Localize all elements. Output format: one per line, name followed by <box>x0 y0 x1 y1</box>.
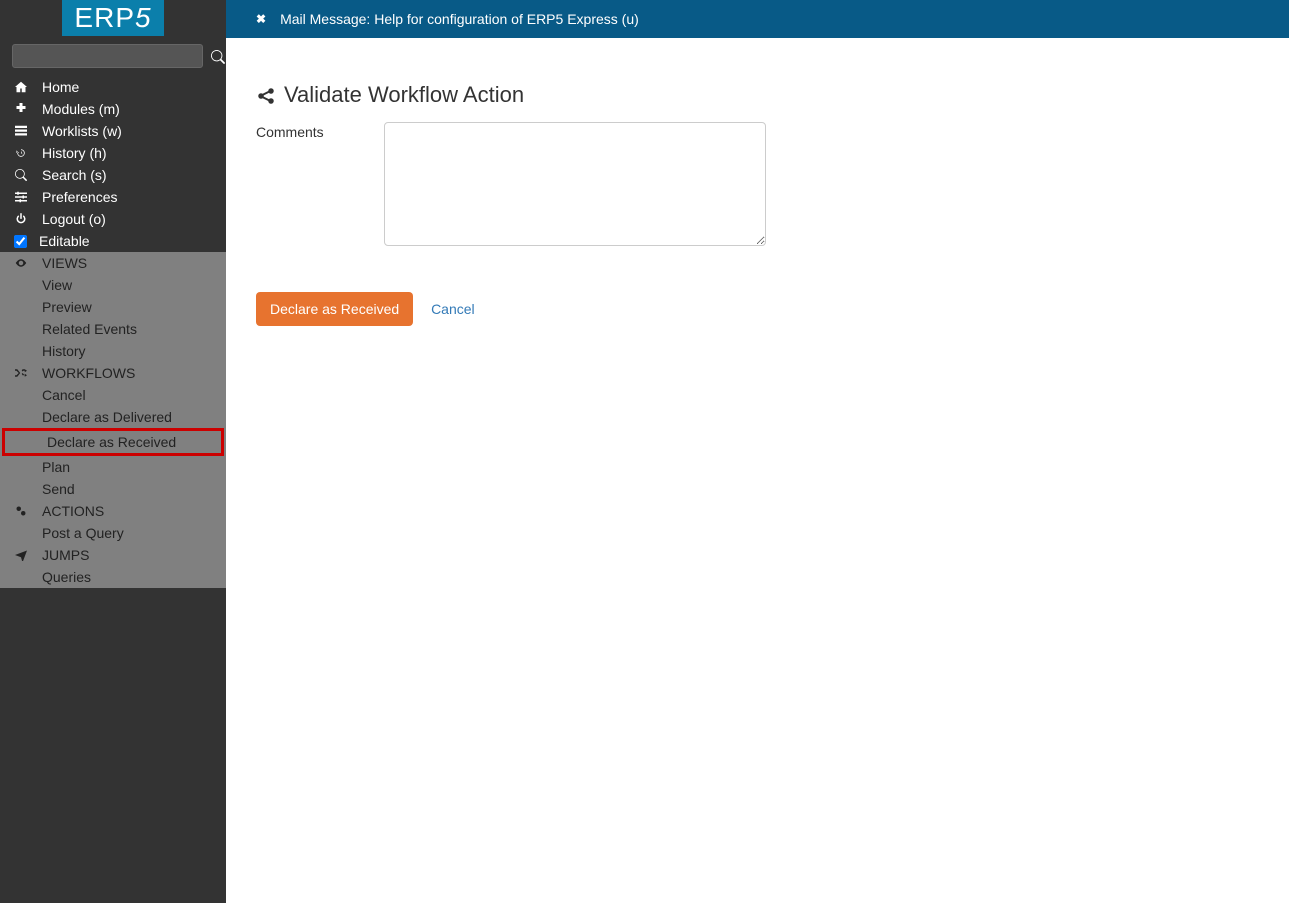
form-actions: Declare as Received Cancel <box>256 292 1259 326</box>
nav-home[interactable]: Home <box>0 76 226 98</box>
view-item[interactable]: View <box>0 274 226 296</box>
declare-received-button[interactable]: Declare as Received <box>256 292 413 326</box>
nav-worklists[interactable]: Worklists (w) <box>0 120 226 142</box>
section-label: JUMPS <box>42 547 89 563</box>
share-icon <box>256 82 284 108</box>
nav-editable[interactable]: Editable <box>0 230 226 252</box>
jumps-header: JUMPS <box>0 544 226 566</box>
search-button[interactable] <box>211 48 225 64</box>
views-section: VIEWS View Preview Related Events Histor… <box>0 252 226 588</box>
view-item[interactable]: History <box>0 340 226 362</box>
workflow-item[interactable]: Cancel <box>0 384 226 406</box>
search-icon <box>211 48 225 64</box>
nav-label: Search (s) <box>42 167 107 183</box>
comments-textarea[interactable] <box>384 122 766 246</box>
nav-label: Modules (m) <box>42 101 120 117</box>
search-input[interactable] <box>12 44 203 68</box>
nav-label: Worklists (w) <box>42 123 122 139</box>
search-icon <box>12 169 30 181</box>
comments-label: Comments <box>256 122 384 140</box>
nav-search[interactable]: Search (s) <box>0 164 226 186</box>
plane-icon <box>12 549 30 561</box>
section-label: ACTIONS <box>42 503 104 519</box>
nav-history[interactable]: History (h) <box>0 142 226 164</box>
search-row <box>0 36 226 76</box>
workflows-header: WORKFLOWS <box>0 362 226 384</box>
logo-suffix: 5 <box>135 2 152 33</box>
actions-header: ACTIONS <box>0 500 226 522</box>
page-title-text: Validate Workflow Action <box>284 82 524 108</box>
nav-label: Home <box>42 79 79 95</box>
nav-preferences[interactable]: Preferences <box>0 186 226 208</box>
jump-item[interactable]: Queries <box>0 566 226 588</box>
nav-label: History (h) <box>42 145 107 161</box>
nav-label: Logout (o) <box>42 211 106 227</box>
nav-modules[interactable]: Modules (m) <box>0 98 226 120</box>
cancel-button[interactable]: Cancel <box>431 301 475 317</box>
comments-row: Comments <box>256 122 1259 246</box>
logout-icon <box>12 213 30 225</box>
workflow-item[interactable]: Plan <box>0 456 226 478</box>
history-icon <box>12 147 30 159</box>
home-icon <box>12 81 30 93</box>
workflow-item[interactable]: Declare as Delivered <box>0 406 226 428</box>
jumps-list: Queries <box>0 566 226 588</box>
logo-text: ERP <box>74 2 135 33</box>
worklists-icon <box>12 125 30 137</box>
section-label: WORKFLOWS <box>42 365 135 381</box>
view-item[interactable]: Related Events <box>0 318 226 340</box>
topbar: ✖ Mail Message: Help for configuration o… <box>226 0 1289 38</box>
nav-logout[interactable]: Logout (o) <box>0 208 226 230</box>
view-item[interactable]: Preview <box>0 296 226 318</box>
cogs-icon <box>12 505 30 517</box>
main-nav: Home Modules (m) Worklists (w) History (… <box>0 76 226 252</box>
logo-box[interactable]: ERP5 <box>62 0 163 36</box>
preferences-icon <box>12 191 30 203</box>
content: Validate Workflow Action Comments Declar… <box>226 38 1289 370</box>
topbar-message: Mail Message: Help for configuration of … <box>280 11 639 27</box>
views-header: VIEWS <box>0 252 226 274</box>
workflows-list-2: Plan Send <box>0 456 226 500</box>
shuffle-icon <box>12 367 30 379</box>
workflow-item[interactable]: Send <box>0 478 226 500</box>
logo: ERP5 <box>0 0 226 36</box>
eye-icon <box>12 257 30 269</box>
sidebar: ERP5 Home Modules (m) Worklists (w) Hist… <box>0 0 226 903</box>
nav-label: Preferences <box>42 189 117 205</box>
close-icon[interactable]: ✖ <box>256 12 266 26</box>
actions-list: Post a Query <box>0 522 226 544</box>
main: Validate Workflow Action Comments Declar… <box>226 0 1289 370</box>
workflow-item-declare-received[interactable]: Declare as Received <box>5 431 221 453</box>
views-list: View Preview Related Events History <box>0 274 226 362</box>
editable-checkbox[interactable] <box>14 235 27 248</box>
page-title: Validate Workflow Action <box>256 82 1259 108</box>
nav-label: Editable <box>39 233 90 249</box>
modules-icon <box>12 103 30 115</box>
workflows-list: Cancel Declare as Delivered <box>0 384 226 428</box>
workflow-highlight: Declare as Received <box>2 428 224 456</box>
section-label: VIEWS <box>42 255 87 271</box>
action-item[interactable]: Post a Query <box>0 522 226 544</box>
